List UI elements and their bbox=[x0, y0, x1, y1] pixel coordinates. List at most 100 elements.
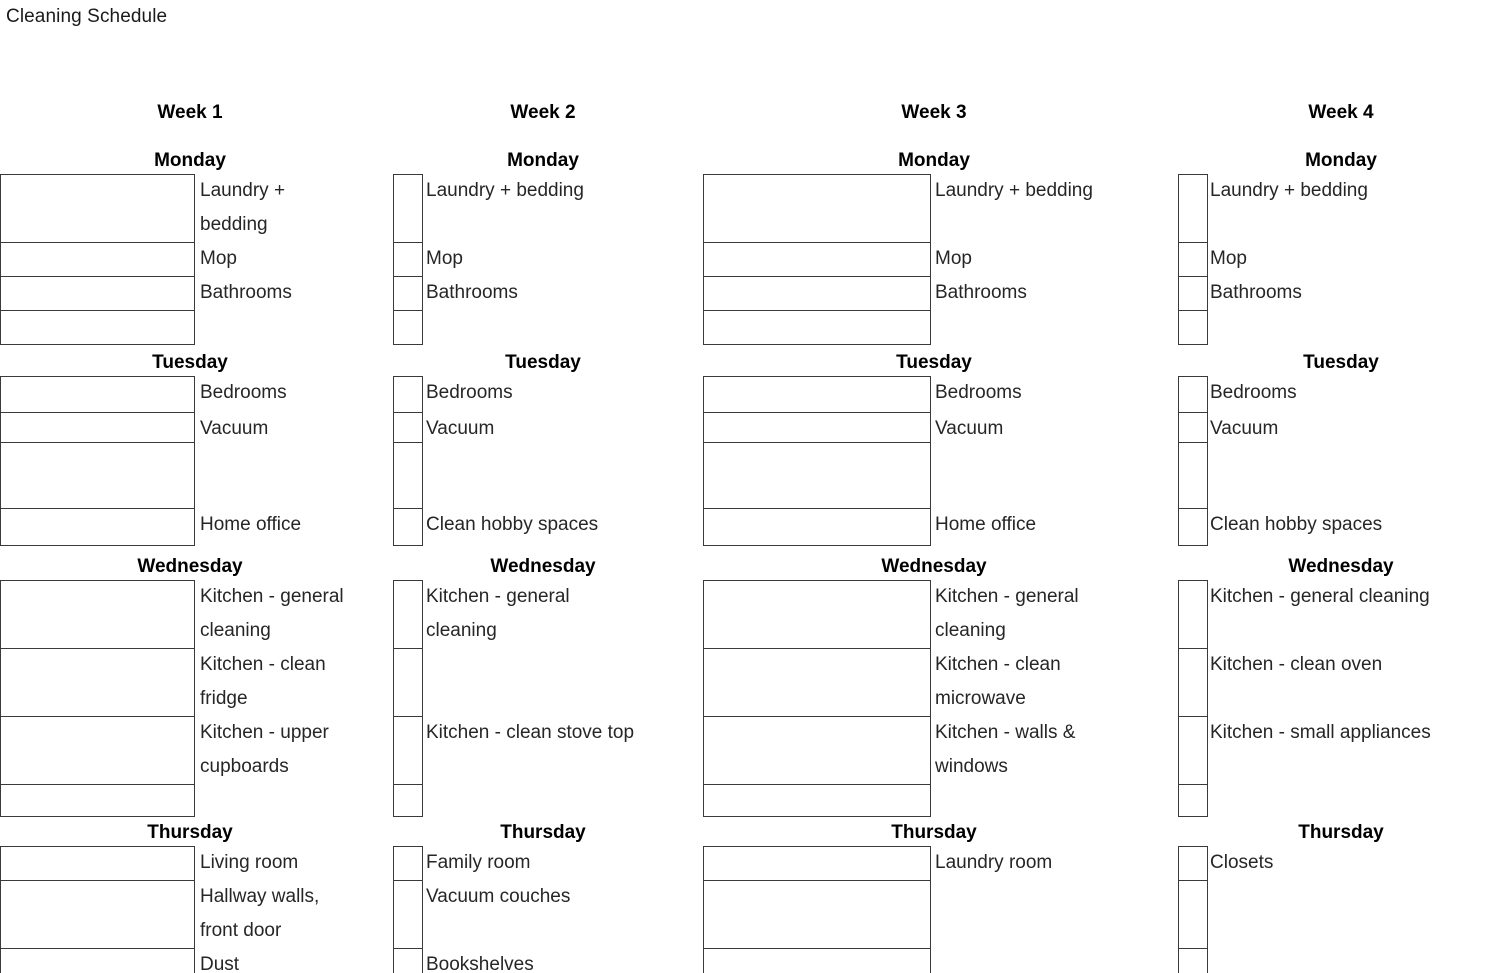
task-label: Laundry + bedding bbox=[200, 180, 286, 235]
checkbox-stack bbox=[1178, 174, 1208, 345]
task-checkbox[interactable] bbox=[704, 243, 930, 277]
task-label: Vacuum bbox=[935, 418, 1004, 439]
task-checkbox[interactable] bbox=[1179, 413, 1207, 443]
task-label: Kitchen - clean oven bbox=[1210, 654, 1383, 675]
checkbox-stack bbox=[1178, 580, 1208, 817]
task-checkbox[interactable] bbox=[704, 717, 930, 785]
task-checkbox[interactable] bbox=[394, 847, 422, 881]
task-label: Kitchen - general cleaning bbox=[1210, 586, 1430, 607]
task-checkbox[interactable] bbox=[1, 443, 194, 509]
task-checkbox[interactable] bbox=[1179, 949, 1207, 973]
task-checkbox[interactable] bbox=[704, 785, 930, 816]
task-checkbox[interactable] bbox=[1, 847, 194, 881]
task-checkbox[interactable] bbox=[394, 443, 422, 509]
task-label-blank bbox=[935, 948, 1170, 973]
task-checkbox[interactable] bbox=[1, 413, 194, 443]
task-checkbox[interactable] bbox=[704, 175, 930, 243]
task-label-list: Kitchen - general cleaning Kitchen - clea… bbox=[426, 580, 702, 815]
task-checkbox[interactable] bbox=[704, 277, 930, 311]
task-label: Bathrooms bbox=[426, 282, 518, 303]
task-checkbox[interactable] bbox=[1179, 581, 1207, 649]
day-block-tuesday: Tuesday Bedrooms Vacuum Home office bbox=[0, 350, 390, 546]
task-checkbox[interactable] bbox=[704, 949, 930, 973]
task-checkbox[interactable] bbox=[704, 509, 930, 545]
task-checkbox[interactable] bbox=[394, 509, 422, 545]
task-checkbox[interactable] bbox=[1, 277, 194, 311]
day-block-monday: Monday Laundry + bedding Mop Bathrooms bbox=[702, 148, 1170, 345]
task-label-list: Laundry + bedding Mop Bathrooms bbox=[1210, 174, 1496, 343]
task-checkbox[interactable] bbox=[1, 649, 194, 717]
task-checkbox[interactable] bbox=[1, 581, 194, 649]
task-checkbox[interactable] bbox=[704, 581, 930, 649]
task-checkbox[interactable] bbox=[1, 881, 194, 949]
task-label-list: Laundry + bedding Mop Bathrooms bbox=[426, 174, 702, 343]
task-label-blank bbox=[200, 784, 390, 815]
day-heading: Wednesday bbox=[137, 556, 243, 577]
checkbox-stack bbox=[703, 846, 931, 973]
task-checkbox[interactable] bbox=[394, 717, 422, 785]
day-block-wednesday: Wednesday Kitchen - general cleaning Kitch… bbox=[0, 554, 390, 817]
task-checkbox[interactable] bbox=[704, 847, 930, 881]
week-column-2: Week 2 Monday Laundry + bedding Mop Bathroom… bbox=[390, 100, 702, 973]
task-checkbox[interactable] bbox=[394, 243, 422, 277]
task-checkbox[interactable] bbox=[394, 175, 422, 243]
task-checkbox[interactable] bbox=[394, 413, 422, 443]
task-checkbox[interactable] bbox=[1, 949, 194, 973]
task-checkbox[interactable] bbox=[1, 311, 194, 344]
task-label-list: Bedrooms Vacuum Home office bbox=[935, 376, 1170, 544]
task-checkbox[interactable] bbox=[1179, 277, 1207, 311]
task-checkbox[interactable] bbox=[1179, 717, 1207, 785]
day-heading: Thursday bbox=[1298, 822, 1384, 843]
task-label: Bedrooms bbox=[935, 382, 1022, 403]
checkbox-stack bbox=[1178, 376, 1208, 546]
task-checkbox[interactable] bbox=[1179, 311, 1207, 344]
task-checkbox[interactable] bbox=[394, 881, 422, 949]
task-checkbox[interactable] bbox=[394, 785, 422, 816]
task-checkbox[interactable] bbox=[1, 175, 194, 243]
task-label: Bedrooms bbox=[426, 382, 513, 403]
checkbox-stack bbox=[703, 174, 931, 345]
task-label: Kitchen - clean fridge bbox=[200, 654, 326, 709]
task-checkbox[interactable] bbox=[1179, 649, 1207, 717]
task-label: Kitchen - clean stove top bbox=[426, 722, 635, 743]
task-checkbox[interactable] bbox=[394, 649, 422, 717]
task-checkbox[interactable] bbox=[1179, 785, 1207, 816]
task-checkbox[interactable] bbox=[394, 311, 422, 344]
task-label: Mop bbox=[1210, 248, 1247, 269]
task-checkbox[interactable] bbox=[704, 413, 930, 443]
task-checkbox[interactable] bbox=[1179, 175, 1207, 243]
task-label: Bathrooms bbox=[935, 282, 1027, 303]
task-checkbox[interactable] bbox=[394, 377, 422, 413]
task-checkbox[interactable] bbox=[704, 377, 930, 413]
task-checkbox[interactable] bbox=[704, 443, 930, 509]
day-heading: Wednesday bbox=[881, 556, 987, 577]
task-checkbox[interactable] bbox=[1179, 881, 1207, 949]
task-checkbox[interactable] bbox=[704, 311, 930, 344]
task-checkbox[interactable] bbox=[704, 649, 930, 717]
task-label-blank bbox=[426, 784, 702, 815]
task-checkbox[interactable] bbox=[1, 717, 194, 785]
task-checkbox[interactable] bbox=[1179, 243, 1207, 277]
task-checkbox[interactable] bbox=[1, 785, 194, 816]
task-checkbox[interactable] bbox=[1, 509, 194, 545]
task-checkbox[interactable] bbox=[704, 881, 930, 949]
day-heading: Thursday bbox=[147, 822, 233, 843]
task-checkbox[interactable] bbox=[1179, 443, 1207, 509]
task-label: Living room bbox=[200, 852, 299, 873]
day-block-tuesday: Tuesday Bedrooms Vacuum Home office bbox=[702, 350, 1170, 546]
task-label: Bookshelves bbox=[426, 954, 534, 973]
task-checkbox[interactable] bbox=[1179, 377, 1207, 413]
task-label: Kitchen - general cleaning bbox=[935, 586, 1079, 641]
task-checkbox[interactable] bbox=[1, 243, 194, 277]
task-checkbox[interactable] bbox=[1, 377, 194, 413]
task-checkbox[interactable] bbox=[1179, 847, 1207, 881]
task-checkbox[interactable] bbox=[394, 581, 422, 649]
task-label-blank bbox=[1210, 784, 1496, 815]
task-label: Bedrooms bbox=[200, 382, 287, 403]
task-label-list: Kitchen - general cleaning Kitchen - clea… bbox=[200, 580, 390, 815]
task-label: Kitchen - general cleaning bbox=[426, 586, 570, 641]
task-checkbox[interactable] bbox=[394, 949, 422, 973]
task-checkbox[interactable] bbox=[1179, 509, 1207, 545]
task-label-list: Bedrooms Vacuum Home office bbox=[200, 376, 390, 544]
task-checkbox[interactable] bbox=[394, 277, 422, 311]
